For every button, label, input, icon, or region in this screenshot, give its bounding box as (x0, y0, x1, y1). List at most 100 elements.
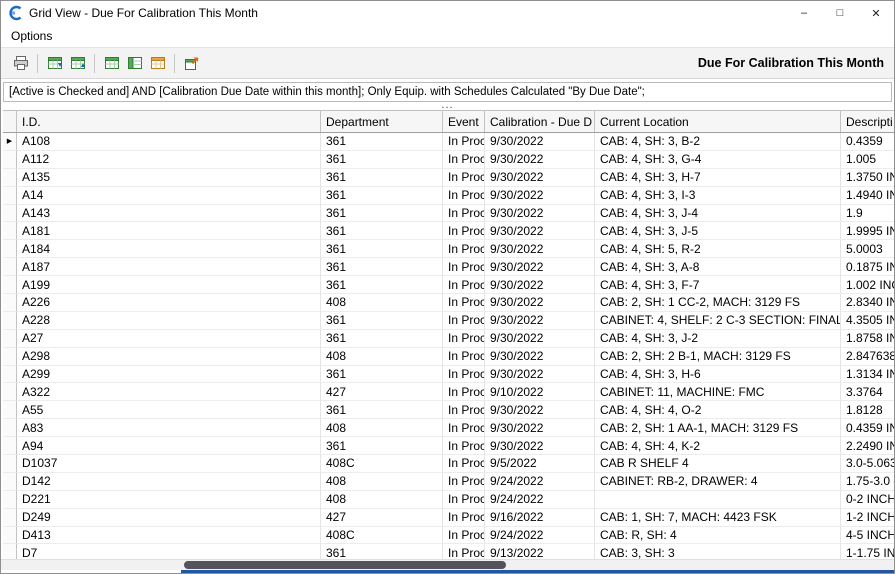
table-green-icon[interactable] (100, 52, 123, 75)
grid-cell[interactable]: CAB: 4, SH: 3, J-5 (595, 222, 841, 240)
grid-cell[interactable]: 4.3505 INC (841, 312, 894, 330)
grid-cell[interactable]: 1.8758 INC (841, 330, 894, 348)
grid-cell[interactable]: D249 (17, 509, 321, 527)
grid-cell[interactable]: 361 (321, 133, 443, 151)
horizontal-scrollbar-thumb[interactable] (184, 561, 506, 569)
grid-cell[interactable]: In Proc (443, 527, 485, 545)
grid-cell[interactable]: 9/30/2022 (485, 240, 595, 258)
menu-options[interactable]: Options (1, 29, 62, 43)
grid-cell[interactable]: CAB R SHELF 4 (595, 455, 841, 473)
row-selector[interactable] (3, 222, 17, 240)
grid-cell[interactable]: 361 (321, 401, 443, 419)
grid-cell[interactable]: A184 (17, 240, 321, 258)
grid-cell[interactable]: 9/30/2022 (485, 366, 595, 384)
grid-cell[interactable]: 1.9 (841, 205, 894, 223)
row-selector[interactable] (3, 294, 17, 312)
row-selector[interactable] (3, 169, 17, 187)
grid-cell[interactable]: 361 (321, 276, 443, 294)
column-header-current-location[interactable]: Current Location (595, 111, 841, 132)
grid-row[interactable]: ▶A108361In Proc9/30/2022CAB: 4, SH: 3, B… (3, 133, 894, 151)
grid-cell[interactable]: In Proc (443, 312, 485, 330)
grid-row[interactable]: A55361In Proc9/30/2022CAB: 4, SH: 4, O-2… (3, 401, 894, 419)
grid-cell[interactable]: 2.847638 (841, 348, 894, 366)
grid-row[interactable]: A83408In Proc9/30/2022CAB: 2, SH: 1 AA-1… (3, 419, 894, 437)
grid-cell[interactable]: D413 (17, 527, 321, 545)
grid-cell[interactable]: 2.8340 INC (841, 294, 894, 312)
grid-cell[interactable]: In Proc (443, 348, 485, 366)
grid-cell[interactable]: 408 (321, 294, 443, 312)
table-export-down-icon[interactable] (43, 52, 66, 75)
grid-cell[interactable]: 408 (321, 348, 443, 366)
grid-cell[interactable]: 1.3750 INC (841, 169, 894, 187)
row-selector[interactable] (3, 151, 17, 169)
grid-row[interactable]: A184361In Proc9/30/2022CAB: 4, SH: 5, R-… (3, 240, 894, 258)
grid-row[interactable]: A143361In Proc9/30/2022CAB: 4, SH: 3, J-… (3, 205, 894, 223)
grid-cell[interactable]: CABINET: 11, MACHINE: FMC (595, 383, 841, 401)
grid-cell[interactable]: 1.75-3.0 - (841, 473, 894, 491)
grid-cell[interactable]: A83 (17, 419, 321, 437)
grid-cell[interactable]: 9/30/2022 (485, 437, 595, 455)
grid-cell[interactable]: 9/30/2022 (485, 419, 595, 437)
grid-cell[interactable]: CAB: 4, SH: 3, I-3 (595, 187, 841, 205)
row-selector[interactable] (3, 330, 17, 348)
grid-cell[interactable]: CAB: 4, SH: 4, K-2 (595, 437, 841, 455)
grid-cell[interactable]: 9/30/2022 (485, 205, 595, 223)
column-header-descripti[interactable]: Descripti (841, 111, 894, 132)
grid-cell[interactable]: 361 (321, 437, 443, 455)
grid-cell[interactable]: 9/30/2022 (485, 294, 595, 312)
grid-cell[interactable]: CAB: 4, SH: 5, R-2 (595, 240, 841, 258)
grid-cell[interactable]: 9/30/2022 (485, 187, 595, 205)
grid-cell[interactable]: 361 (321, 312, 443, 330)
grid-cell[interactable]: 427 (321, 383, 443, 401)
grid-row[interactable]: A27361In Proc9/30/2022CAB: 4, SH: 3, J-2… (3, 330, 894, 348)
grid-cell[interactable]: 0.1875 INC (841, 258, 894, 276)
grid-cell[interactable]: 408C (321, 455, 443, 473)
grid-cell[interactable]: CAB: 4, SH: 3, G-4 (595, 151, 841, 169)
grid-cell[interactable]: CAB: 4, SH: 3, J-2 (595, 330, 841, 348)
grid-row[interactable]: D221408In Proc9/24/20220-2 INCH, (3, 491, 894, 509)
grid-cell[interactable]: 0-2 INCH, (841, 491, 894, 509)
grid-cell[interactable]: 361 (321, 330, 443, 348)
grid-cell[interactable]: 9/30/2022 (485, 258, 595, 276)
grid-cell[interactable]: In Proc (443, 258, 485, 276)
grid-cell[interactable]: A27 (17, 330, 321, 348)
grid-cell[interactable]: In Proc (443, 205, 485, 223)
grid-cell[interactable]: In Proc (443, 437, 485, 455)
column-header-event[interactable]: Event (443, 111, 485, 132)
grid-cell[interactable]: 5.0003 (841, 240, 894, 258)
grid-cell[interactable]: 9/5/2022 (485, 455, 595, 473)
grid-cell[interactable]: In Proc (443, 509, 485, 527)
grid-cell[interactable]: CABINET: 4, SHELF: 2 C-3 SECTION: FINAL (595, 312, 841, 330)
row-selector[interactable] (3, 473, 17, 491)
table-orange-icon[interactable] (146, 52, 169, 75)
grid-cell[interactable]: 9/30/2022 (485, 133, 595, 151)
grid-cell[interactable]: CAB: 4, SH: 3, F-7 (595, 276, 841, 294)
grid-row[interactable]: A187361In Proc9/30/2022CAB: 4, SH: 3, A-… (3, 258, 894, 276)
grid-row[interactable]: A298408In Proc9/30/2022CAB: 2, SH: 2 B-1… (3, 348, 894, 366)
horizontal-scrollbar[interactable] (1, 559, 894, 570)
grid-cell[interactable]: 361 (321, 366, 443, 384)
grid-cell[interactable]: 9/30/2022 (485, 330, 595, 348)
grid-cell[interactable]: CAB: 4, SH: 3, A-8 (595, 258, 841, 276)
grid-cell[interactable]: A94 (17, 437, 321, 455)
grid-row[interactable]: A112361In Proc9/30/2022CAB: 4, SH: 3, G-… (3, 151, 894, 169)
grid-cell[interactable]: CAB: 4, SH: 3, H-7 (595, 169, 841, 187)
splitter-handle[interactable]: ... (1, 102, 894, 110)
grid-cell[interactable]: 1.8128 (841, 401, 894, 419)
grid-cell[interactable]: A14 (17, 187, 321, 205)
grid-cell[interactable]: A108 (17, 133, 321, 151)
grid-row[interactable]: D142408In Proc9/24/2022CABINET: RB-2, DR… (3, 473, 894, 491)
grid-cell[interactable]: In Proc (443, 473, 485, 491)
grid-cell[interactable]: In Proc (443, 222, 485, 240)
grid-row[interactable]: A181361In Proc9/30/2022CAB: 4, SH: 3, J-… (3, 222, 894, 240)
table-export-up-icon[interactable] (66, 52, 89, 75)
grid-cell[interactable]: A226 (17, 294, 321, 312)
grid-cell[interactable]: D142 (17, 473, 321, 491)
grid-cell[interactable]: 1.4940 INC (841, 187, 894, 205)
grid-cell[interactable]: In Proc (443, 419, 485, 437)
row-selector[interactable] (3, 509, 17, 527)
grid-cell[interactable]: CAB: 1, SH: 7, MACH: 4423 FSK (595, 509, 841, 527)
grid-cell[interactable]: A181 (17, 222, 321, 240)
grid-cell[interactable]: 361 (321, 151, 443, 169)
grid-cell[interactable]: 361 (321, 258, 443, 276)
